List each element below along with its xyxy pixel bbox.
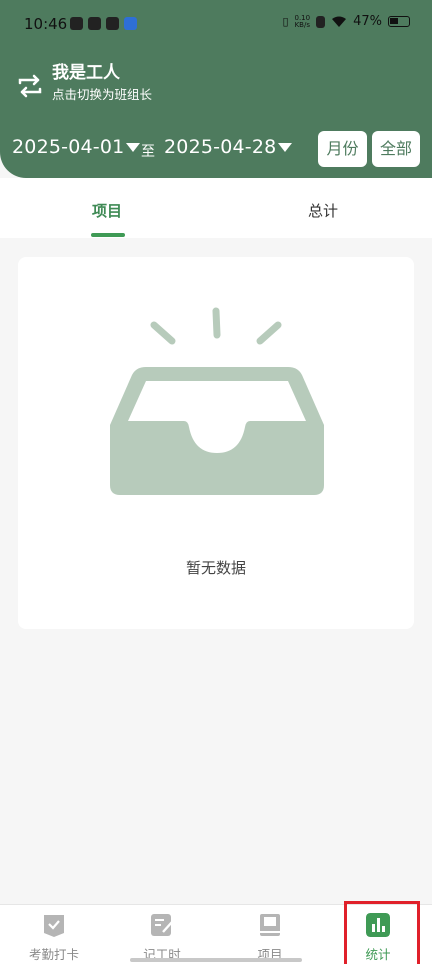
caret-down-icon — [278, 143, 293, 152]
app-notification-icon — [88, 17, 101, 30]
swap-arrows-icon — [18, 74, 42, 98]
app-notification-icon — [124, 17, 137, 30]
battery-icon — [388, 16, 410, 27]
sim-icon — [316, 15, 326, 28]
nav-item-checkin[interactable]: 考勤打卡 — [0, 905, 108, 964]
content-card: 暂无数据 — [18, 257, 414, 629]
app-notification-icon — [106, 17, 119, 30]
role-subtitle: 点击切换为班组长 — [52, 87, 153, 102]
start-date-picker[interactable]: 2025-04-01 — [12, 136, 141, 158]
nav-label-checkin: 考勤打卡 — [28, 947, 79, 962]
header: 10:46 ▯ 0.10 KB/s 47% 我是工人 点击切换为班组长 2025… — [0, 0, 432, 178]
empty-inbox-icon — [110, 307, 324, 495]
month-button[interactable]: 月份 — [318, 131, 367, 167]
vibrate-icon: ▯ — [282, 15, 289, 28]
role-title: 我是工人 — [52, 63, 120, 83]
status-bar: 10:46 ▯ 0.10 KB/s 47% — [0, 0, 432, 52]
network-speed: 0.10 KB/s — [294, 14, 311, 29]
tab-indicator — [91, 233, 125, 237]
status-right: ▯ 0.10 KB/s 47% — [282, 14, 410, 29]
empty-state-text: 暂无数据 — [185, 559, 246, 577]
highlight-box — [344, 901, 420, 964]
notification-icons — [70, 17, 137, 30]
tab-total[interactable]: 总计 — [308, 200, 338, 221]
tab-bar: 项目 总计 — [0, 178, 432, 238]
end-date-picker[interactable]: 2025-04-28 — [164, 136, 293, 158]
date-separator: 至 — [141, 144, 155, 160]
network-speed-unit: KB/s — [294, 20, 310, 29]
caret-down-icon — [126, 143, 141, 152]
nav-item-project[interactable]: 项目 — [216, 905, 324, 964]
book-icon — [260, 914, 280, 936]
app-notification-icon — [70, 17, 83, 30]
nav-item-hours[interactable]: 记工时 — [108, 905, 216, 964]
all-button[interactable]: 全部 — [372, 131, 420, 167]
role-switch[interactable]: 我是工人 点击切换为班组长 — [16, 60, 152, 104]
end-date-value: 2025-04-28 — [164, 136, 277, 158]
date-range: 2025-04-01 至 2025-04-28 月份 全部 — [12, 130, 422, 170]
home-indicator — [130, 958, 302, 962]
battery-percent: 47% — [353, 14, 382, 29]
checkin-icon — [44, 915, 64, 937]
start-date-value: 2025-04-01 — [12, 136, 125, 158]
tab-project[interactable]: 项目 — [92, 200, 122, 221]
wifi-icon — [332, 16, 347, 27]
edit-hours-icon — [151, 914, 173, 936]
status-time: 10:46 — [24, 15, 68, 33]
